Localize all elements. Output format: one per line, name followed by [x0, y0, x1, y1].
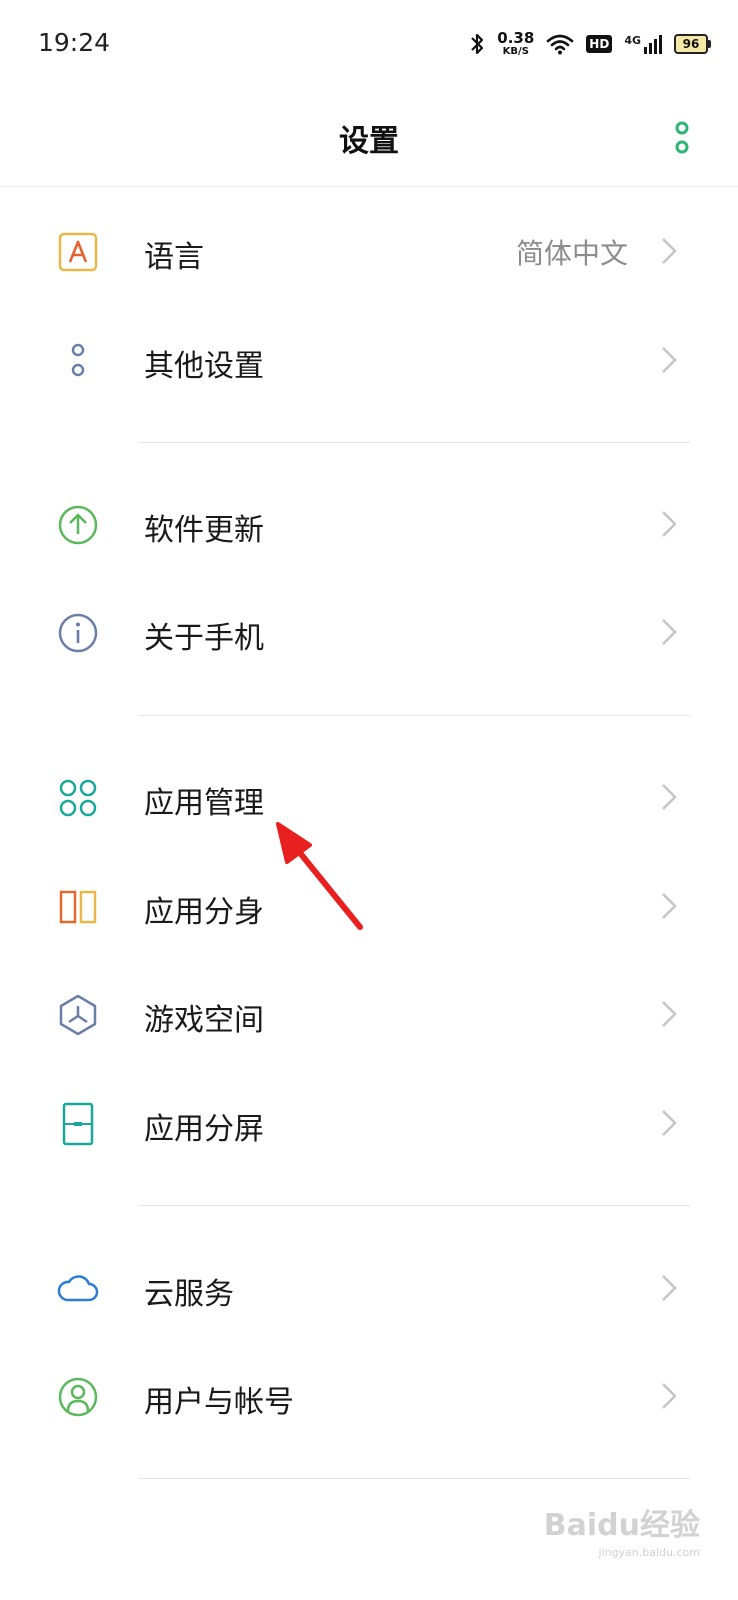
settings-item-label: 软件更新 — [144, 513, 264, 548]
software-update-icon — [58, 505, 98, 545]
section-divider — [138, 442, 690, 443]
bluetooth-icon — [471, 33, 484, 55]
chevron-right-icon — [662, 511, 677, 537]
status-bar: 19:24 0.38 KB/S HD 4G 96 — [0, 0, 738, 90]
watermark-url: jingyan.baidu.com — [598, 1546, 700, 1559]
signal-indicator: 4G — [624, 34, 662, 54]
settings-item-label: 关于手机 — [144, 621, 264, 656]
settings-item-language[interactable]: 语言 简体中文 — [0, 198, 738, 306]
settings-item-label: 用户与帐号 — [144, 1385, 294, 1420]
app-clone-icon — [59, 890, 97, 924]
chevron-right-icon — [662, 1001, 677, 1027]
settings-item-app-management[interactable]: 应用管理 — [0, 744, 738, 852]
settings-item-label: 应用分身 — [144, 895, 264, 930]
split-screen-icon — [62, 1102, 94, 1146]
cloud-service-icon — [57, 1275, 99, 1302]
status-icons: 0.38 KB/S HD 4G 96 — [469, 26, 711, 62]
hd-badge: HD — [586, 35, 613, 53]
other-settings-icon — [71, 343, 85, 377]
signal-label: 4G — [624, 34, 641, 47]
settings-item-label: 云服务 — [144, 1277, 234, 1312]
section-divider — [138, 1478, 690, 1479]
chevron-right-icon — [662, 1110, 677, 1136]
chevron-right-icon — [662, 347, 677, 373]
chevron-right-icon — [662, 619, 677, 645]
settings-item-software-update[interactable]: 软件更新 — [0, 471, 738, 579]
app-header: 设置 — [0, 90, 738, 187]
settings-item-label: 其他设置 — [144, 349, 264, 384]
game-space-icon — [59, 994, 97, 1036]
section-divider — [138, 715, 690, 716]
battery-indicator: 96 — [674, 34, 711, 54]
chevron-right-icon — [662, 784, 677, 810]
settings-item-user-account[interactable]: 用户与帐号 — [0, 1343, 738, 1451]
settings-item-about-phone[interactable]: 关于手机 — [0, 579, 738, 687]
app-management-icon — [59, 779, 97, 817]
settings-item-label: 应用分屏 — [144, 1112, 264, 1147]
more-options-icon[interactable] — [670, 120, 694, 156]
user-account-icon — [58, 1377, 98, 1417]
watermark-logo: Baidu经验 jingyan.baidu.com — [544, 1500, 700, 1559]
signal-bars-icon — [644, 35, 662, 54]
chevron-right-icon — [662, 893, 677, 919]
chevron-right-icon — [662, 1383, 677, 1409]
settings-item-other-settings[interactable]: 其他设置 — [0, 307, 738, 415]
settings-item-label: 语言 — [144, 240, 204, 275]
settings-item-split-screen[interactable]: 应用分屏 — [0, 1070, 738, 1178]
chevron-right-icon — [662, 1275, 677, 1301]
language-icon — [58, 232, 98, 272]
wifi-icon — [546, 34, 574, 55]
settings-item-value: 简体中文 — [515, 237, 628, 270]
status-time: 19:24 — [38, 28, 111, 57]
settings-item-game-space[interactable]: 游戏空间 — [0, 961, 738, 1069]
page-title: 设置 — [339, 124, 399, 159]
network-speed: 0.38 KB/S — [497, 29, 535, 57]
watermark-text: Baidu经验 — [543, 1508, 700, 1543]
settings-item-cloud-service[interactable]: 云服务 — [0, 1235, 738, 1343]
about-phone-icon — [58, 613, 98, 653]
settings-item-label: 应用管理 — [144, 786, 264, 821]
settings-item-label: 游戏空间 — [144, 1003, 264, 1038]
settings-item-app-clone[interactable]: 应用分身 — [0, 853, 738, 961]
section-divider — [138, 1205, 690, 1206]
chevron-right-icon — [662, 238, 677, 264]
